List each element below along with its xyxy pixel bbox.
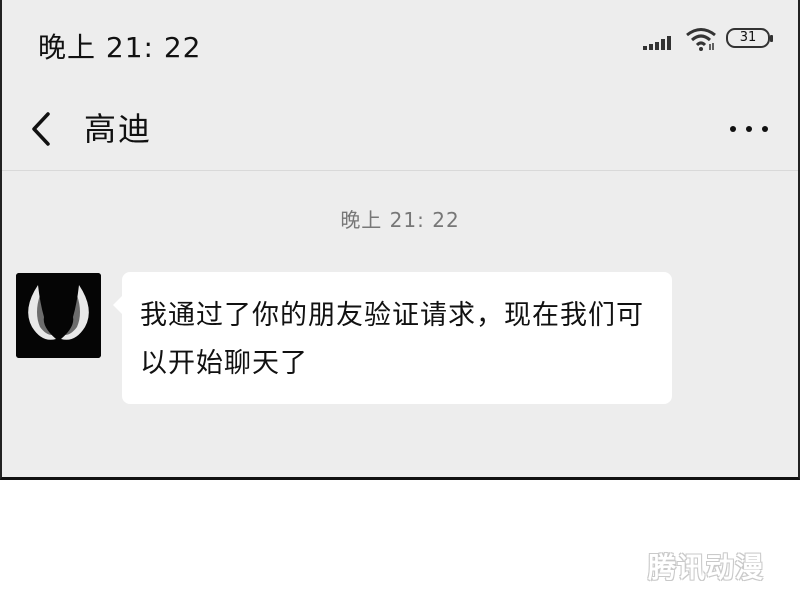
signal-icon xyxy=(643,36,675,50)
message-text: 我通过了你的朋友验证请求，现在我们可以开始聊天了 xyxy=(140,300,644,379)
avatar[interactable] xyxy=(16,273,101,358)
status-time: 晚上 21: 22 xyxy=(38,31,202,64)
watermark-logo: 腾讯动漫 xyxy=(648,551,765,584)
chat-header: 高迪 xyxy=(2,90,798,171)
message-bubble[interactable]: 我通过了你的朋友验证请求，现在我们可以开始聊天了 xyxy=(113,272,672,404)
status-bar: 晚上 21: 22 31 xyxy=(2,0,798,90)
venom-eyes-avatar xyxy=(16,273,101,358)
chat-title: 高迪 xyxy=(84,110,153,148)
wifi-icon xyxy=(686,28,716,51)
chevron-left-icon[interactable] xyxy=(20,100,64,156)
battery-icon: 31 xyxy=(726,28,773,48)
battery-level: 31 xyxy=(739,30,757,45)
more-dots-icon[interactable] xyxy=(724,108,774,148)
message-timestamp: 晚上 21: 22 xyxy=(340,208,460,232)
chat-screen: 晚上 21: 22 31 高迪 晚上 21: 22 我通过了你的朋友验证请求，现… xyxy=(0,0,800,480)
